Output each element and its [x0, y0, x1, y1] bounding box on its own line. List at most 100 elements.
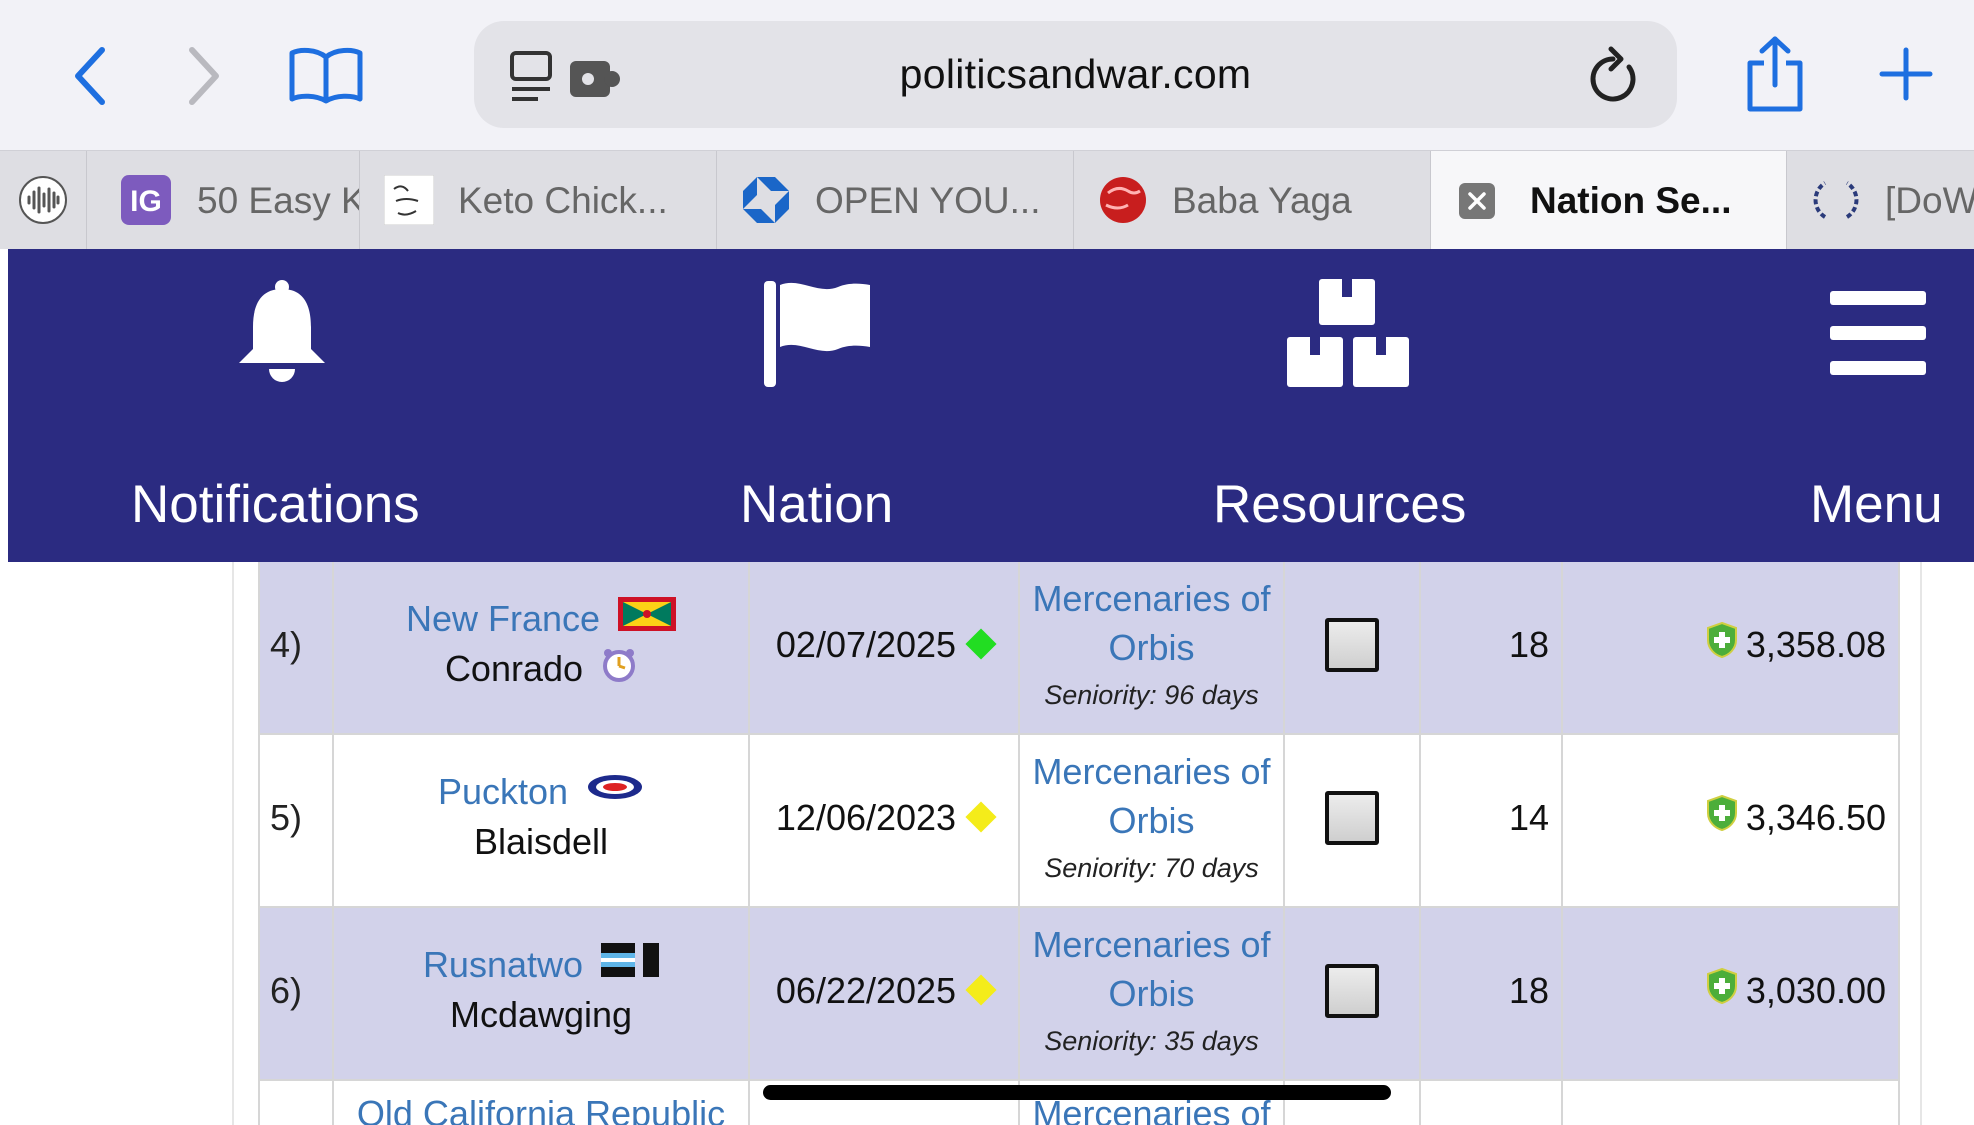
tab-3[interactable]: OPEN YOU... [717, 151, 1074, 250]
nation-cell: Puckton Blaisdell [334, 735, 750, 906]
nation-link[interactable]: Puckton [438, 771, 568, 812]
nation-flag-icon [586, 770, 644, 813]
founded-date: 02/07/2025 [775, 624, 957, 665]
score-cell: 3,358.08 [1563, 562, 1900, 733]
checkbox-cell [1285, 908, 1421, 1079]
checkbox-cell [1285, 735, 1421, 906]
tab-4[interactable]: Baba Yaga [1074, 151, 1431, 250]
tab-title: Keto Chick... [458, 180, 668, 221]
nation-flag-icon [601, 942, 660, 986]
bell-icon [233, 277, 331, 392]
rank-cell: 6) [258, 908, 334, 1079]
nav-label: Menu [1810, 475, 1943, 534]
ig-logo-icon: IG [121, 175, 171, 225]
checkbox-cell [1285, 562, 1421, 733]
activity-diamond-icon [965, 628, 997, 661]
forward-chevron-icon[interactable] [176, 44, 232, 108]
alliance-link[interactable]: Mercenaries of Orbis [1020, 574, 1283, 672]
screen: politicsandwar.com IG 50 Easy K Keto Chi… [0, 0, 1974, 1125]
select-checkbox[interactable] [1325, 618, 1379, 672]
cities-cell: 18 [1421, 562, 1563, 733]
nation-cell: Old California Republic [334, 1081, 750, 1125]
city-count: 14 [1508, 797, 1549, 838]
score-value: 3,346.50 [1745, 797, 1886, 838]
back-chevron-icon[interactable] [62, 44, 118, 108]
nav-nation[interactable]: Nation [718, 249, 918, 562]
joy-filled-eats-icon [383, 174, 435, 226]
tab-title: Baba Yaga [1172, 180, 1352, 221]
nav-label: Resources [1213, 475, 1467, 534]
founded-date: 12/06/2023 [775, 797, 957, 838]
reload-icon[interactable] [1585, 45, 1641, 110]
nation-cell: New France Conrado [334, 562, 750, 733]
nav-menu[interactable]: Menu [1808, 249, 1974, 562]
leader-name: Blaisdell [473, 821, 609, 862]
alliance-link[interactable]: Mercenaries of Orbis [1020, 920, 1283, 1018]
city-count: 18 [1508, 624, 1549, 665]
browser-toolbar: politicsandwar.com [0, 0, 1974, 150]
nav-resources[interactable]: Resources [1213, 249, 1473, 562]
nation-flag-icon [618, 596, 677, 640]
tab-6[interactable]: [DoW [1787, 151, 1974, 250]
home-indicator[interactable] [763, 1085, 1391, 1100]
nation-cell: Rusnatwo Mcdawging [334, 908, 750, 1079]
svg-text:IG: IG [130, 185, 162, 218]
alliance-cell: Mercenaries of Orbis Seniority: 35 days [1020, 908, 1285, 1079]
tab-title: [DoW [1885, 180, 1974, 221]
chase-logo-icon [741, 175, 791, 225]
city-count: 18 [1508, 970, 1549, 1011]
tab-title: OPEN YOU... [815, 180, 1041, 221]
cities-cell: 18 [1421, 908, 1563, 1079]
score-cell: 3,030.00 [1563, 908, 1900, 1079]
table-row: 5) Puckton Blaisdell 12/06/2023 Mercenar… [258, 735, 1900, 908]
nation-link[interactable]: Rusnatwo [423, 944, 583, 985]
green-shield-plus-icon [1706, 967, 1738, 1013]
clock-emoji-icon [601, 646, 637, 691]
seniority: Seniority: 96 days [1044, 680, 1259, 710]
close-x-icon[interactable] [1459, 183, 1495, 219]
founded-date: 06/22/2025 [775, 970, 957, 1011]
score-value: 3,030.00 [1745, 970, 1886, 1011]
cities-cell: 14 [1421, 735, 1563, 906]
nav-label: Notifications [131, 475, 420, 534]
tab-title: 50 Easy K [197, 180, 360, 221]
date-cell: 06/22/2025 [750, 908, 1020, 1079]
tab-title: Nation Se... [1530, 180, 1732, 221]
select-checkbox[interactable] [1325, 964, 1379, 1018]
score-cell [1563, 1081, 1900, 1125]
nation-link[interactable]: Old California Republic [334, 1093, 748, 1125]
alliance-link[interactable]: Mercenaries of Orbis [1020, 747, 1283, 845]
date-cell: 12/06/2023 [750, 735, 1020, 906]
green-shield-plus-icon [1706, 794, 1738, 840]
green-shield-plus-icon [1706, 621, 1738, 667]
tab-1[interactable]: IG 50 Easy K [87, 151, 360, 250]
tab-2[interactable]: Keto Chick... [360, 151, 717, 250]
score-cell: 3,346.50 [1563, 735, 1900, 906]
select-checkbox[interactable] [1325, 791, 1379, 845]
url-text[interactable]: politicsandwar.com [474, 21, 1677, 128]
new-tab-plus-icon[interactable] [1876, 44, 1936, 104]
share-icon[interactable] [1740, 34, 1810, 114]
boxes-icon [1287, 279, 1409, 394]
red-globe-icon [1098, 175, 1148, 225]
tab-bar: IG 50 Easy K Keto Chick... OPEN YOU... B… [0, 150, 1974, 250]
seniority: Seniority: 70 days [1044, 853, 1259, 883]
cities-cell [1421, 1081, 1563, 1125]
address-bar[interactable]: politicsandwar.com [474, 21, 1677, 128]
nav-notifications[interactable]: Notifications [123, 249, 443, 562]
rank: 6) [270, 970, 303, 1011]
site-nav-bar: Notifications Nation Resources Menu [8, 249, 1974, 562]
activity-diamond-icon [965, 974, 997, 1007]
bookmarks-book-icon[interactable] [286, 42, 366, 108]
leader-name: Conrado [444, 648, 584, 689]
tab-5-active[interactable]: Nation Se... [1431, 151, 1787, 250]
table-row: 4) New France Conrado 02/07/2025 Mercena… [258, 562, 1900, 735]
tab-0[interactable] [0, 151, 87, 250]
seniority: Seniority: 35 days [1044, 1026, 1259, 1056]
hamburger-menu-icon [1830, 291, 1926, 380]
nation-link[interactable]: New France [406, 598, 600, 639]
rank: 5) [270, 797, 303, 838]
leader-name: Mcdawging [449, 994, 633, 1035]
alliance-cell: Mercenaries of Orbis Seniority: 96 days [1020, 562, 1285, 733]
table-row: 6) Rusnatwo Mcdawging 06/22/2025 Mercena… [258, 908, 1900, 1081]
